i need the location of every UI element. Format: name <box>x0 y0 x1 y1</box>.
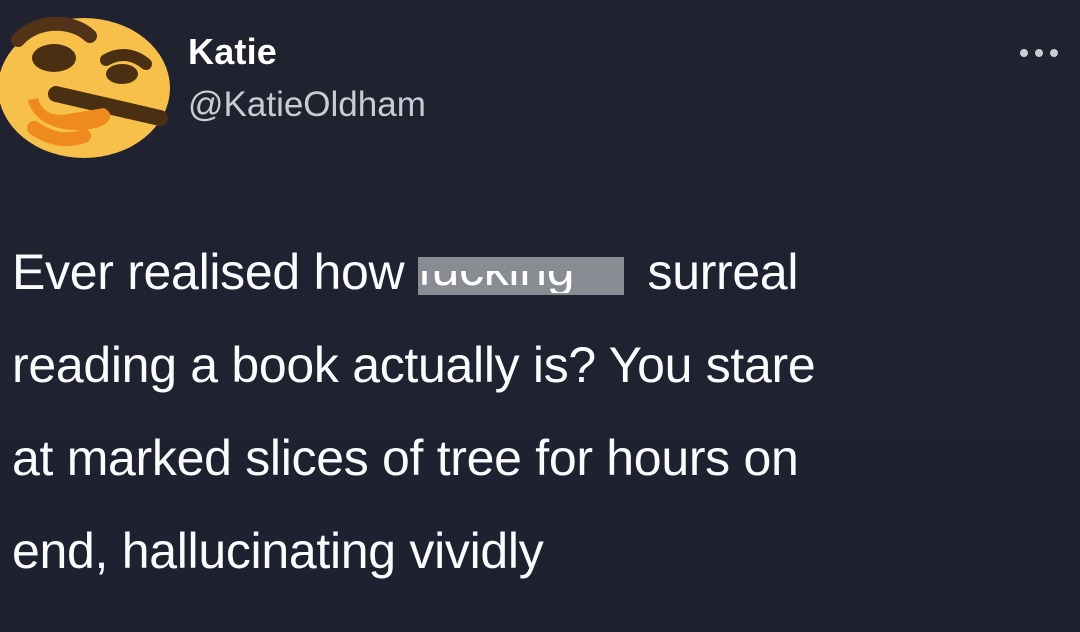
censor-bar: fucking <box>417 257 624 295</box>
author-handle[interactable]: @KatieOldham <box>188 84 426 126</box>
tweet-card: Katie @KatieOldham Ever realised how fuc… <box>0 0 1080 632</box>
author-name[interactable]: Katie <box>188 30 277 74</box>
tweet-line-1: Ever realised how fucking surreal <box>12 226 1072 319</box>
tweet-line-3: at marked slices of tree for hours on <box>12 430 799 486</box>
tweet-line-4: end, hallucinating vividly <box>12 523 544 579</box>
avatar[interactable] <box>0 8 178 158</box>
tweet-text: Ever realised how fucking surreal readin… <box>12 226 1072 598</box>
ellipsis-icon <box>1020 49 1058 57</box>
tweet-text-segment: Ever realised how <box>12 244 418 300</box>
tweet-line-2: reading a book actually is? You stare <box>12 337 816 393</box>
thinking-face-icon <box>0 16 170 158</box>
censored-word: fucking <box>417 257 575 295</box>
tweet-text-segment: surreal <box>633 244 799 300</box>
more-options-button[interactable] <box>1014 38 1064 68</box>
